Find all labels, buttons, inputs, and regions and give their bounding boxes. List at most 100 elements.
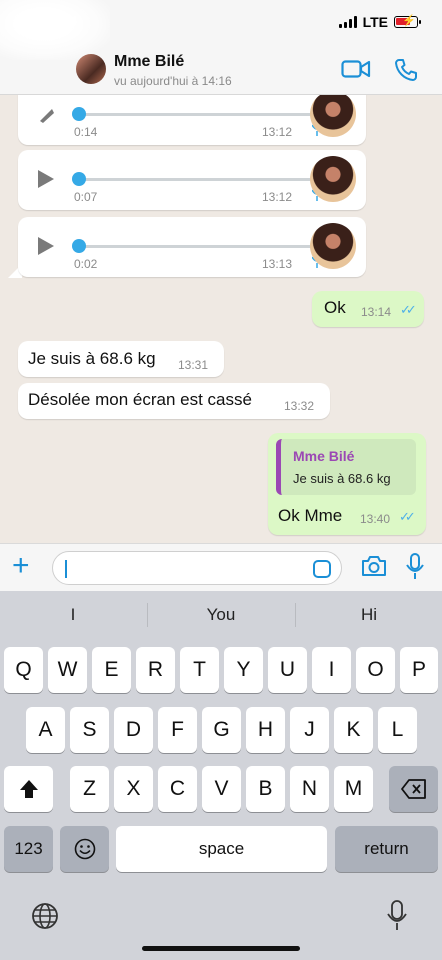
message-time: 13:14 xyxy=(361,305,392,319)
message-time: 13:31 xyxy=(178,358,209,372)
incoming-message[interactable]: Je suis à 68.6 kg 13:31 xyxy=(18,341,224,377)
contact-name[interactable]: Mme Bilé xyxy=(114,53,184,71)
message-time: 13:12 xyxy=(261,190,292,204)
key-k[interactable]: K xyxy=(334,707,373,753)
key-a[interactable]: A xyxy=(26,707,65,753)
message-text: Désolée mon écran est cassé xyxy=(28,390,252,409)
message-input[interactable] xyxy=(52,551,342,585)
key-x[interactable]: X xyxy=(114,766,153,812)
signal-icon xyxy=(338,16,357,28)
key-j[interactable]: J xyxy=(290,707,329,753)
video-camera-icon[interactable] xyxy=(341,58,371,80)
shift-key[interactable] xyxy=(4,766,53,812)
numbers-key[interactable]: 123 xyxy=(4,826,53,872)
key-r[interactable]: R xyxy=(136,647,175,693)
key-t[interactable]: T xyxy=(180,647,219,693)
key-y[interactable]: Y xyxy=(224,647,263,693)
blurred-area xyxy=(0,0,110,60)
incoming-message[interactable]: Désolée mon écran est cassé 13:32 xyxy=(18,383,330,419)
contact-avatar[interactable] xyxy=(76,54,106,84)
key-c[interactable]: C xyxy=(158,766,197,812)
key-v[interactable]: V xyxy=(202,766,241,812)
quoted-message[interactable]: Mme Bilé Je suis à 68.6 kg xyxy=(276,439,416,495)
voice-duration: 0:14 xyxy=(74,125,98,139)
voice-duration: 0:02 xyxy=(74,257,98,271)
message-text: Je suis à 68.6 kg xyxy=(28,349,156,368)
key-g[interactable]: G xyxy=(202,707,241,753)
key-p[interactable]: P xyxy=(400,647,438,693)
key-w[interactable]: W xyxy=(48,647,87,693)
key-b[interactable]: B xyxy=(246,766,285,812)
suggestion-item[interactable]: Hi xyxy=(296,605,442,625)
audio-track[interactable] xyxy=(80,113,312,116)
camera-icon[interactable] xyxy=(361,555,387,577)
sender-avatar xyxy=(310,156,356,202)
key-z[interactable]: Z xyxy=(70,766,109,812)
voice-message[interactable]: 0:14 13:12 xyxy=(18,95,366,145)
chat-header: 14:14 LTE ⚡ Mme Bilé vu aujourd'hui à 14… xyxy=(0,0,442,95)
message-time: 13:13 xyxy=(261,257,292,271)
message-text: Ok xyxy=(324,298,346,317)
sticker-icon[interactable] xyxy=(313,560,331,578)
plus-icon[interactable]: + xyxy=(12,550,30,582)
play-icon[interactable] xyxy=(38,237,54,255)
key-e[interactable]: E xyxy=(92,647,131,693)
suggestion-bar: I You Hi xyxy=(0,591,442,637)
key-m[interactable]: M xyxy=(334,766,373,812)
return-key[interactable]: return xyxy=(335,826,438,872)
shift-arrow-icon xyxy=(19,780,38,798)
play-icon[interactable] xyxy=(38,170,54,188)
phone-icon[interactable] xyxy=(394,58,418,82)
key-o[interactable]: O xyxy=(356,647,395,693)
contact-last-seen: vu aujourd'hui à 14:16 xyxy=(114,74,232,88)
audio-track[interactable] xyxy=(80,245,312,248)
sender-avatar xyxy=(310,223,356,269)
emoji-icon xyxy=(74,838,95,860)
suggestion-item[interactable]: You xyxy=(148,605,294,625)
message-composer: + xyxy=(0,543,442,591)
voice-message[interactable]: 0:02 13:13 xyxy=(18,217,366,277)
key-s[interactable]: S xyxy=(70,707,109,753)
outgoing-reply-message[interactable]: Mme Bilé Je suis à 68.6 kg Ok Mme 13:40 … xyxy=(268,433,426,535)
key-i[interactable]: I xyxy=(312,647,351,693)
key-n[interactable]: N xyxy=(290,766,329,812)
double-check-icon: ✓✓ xyxy=(399,509,416,524)
voice-duration: 0:07 xyxy=(74,190,98,204)
key-d[interactable]: D xyxy=(114,707,153,753)
chat-area[interactable]: 0:14 13:12 0:07 13:12 0:02 13:13 Ok 13:1… xyxy=(0,95,442,543)
keyboard: I You Hi Q W E R T Y U I O P A S D F G H… xyxy=(0,591,442,960)
message-time: 13:12 xyxy=(261,125,292,139)
audio-scrubber[interactable] xyxy=(72,107,86,121)
quoted-sender: Mme Bilé xyxy=(293,448,355,464)
pause-icon[interactable] xyxy=(38,107,56,123)
audio-scrubber[interactable] xyxy=(72,172,86,186)
key-f[interactable]: F xyxy=(158,707,197,753)
message-time: 13:40 xyxy=(360,512,391,526)
voice-message[interactable]: 0:07 13:12 xyxy=(18,150,366,210)
key-l[interactable]: L xyxy=(378,707,417,753)
space-key[interactable]: space xyxy=(116,826,327,872)
status-indicators: LTE ⚡ xyxy=(338,14,421,30)
message-time: 13:32 xyxy=(284,399,315,413)
emoji-key[interactable] xyxy=(60,826,109,872)
battery-icon: ⚡ xyxy=(394,15,421,28)
backspace-key[interactable] xyxy=(389,766,438,812)
double-check-icon: ✓✓ xyxy=(400,302,417,317)
microphone-icon[interactable] xyxy=(405,553,425,581)
key-q[interactable]: Q xyxy=(4,647,43,693)
audio-scrubber[interactable] xyxy=(72,239,86,253)
dictation-microphone-icon[interactable] xyxy=(386,900,408,932)
status-time: 14:14 xyxy=(42,12,78,28)
outgoing-message[interactable]: Ok 13:14 ✓✓ xyxy=(312,291,424,327)
key-h[interactable]: H xyxy=(246,707,285,753)
globe-icon[interactable] xyxy=(31,902,59,930)
key-u[interactable]: U xyxy=(268,647,307,693)
audio-track[interactable] xyxy=(80,178,312,181)
text-cursor xyxy=(65,560,67,578)
backspace-icon xyxy=(400,779,426,799)
network-label: LTE xyxy=(362,14,388,30)
home-indicator[interactable] xyxy=(142,946,300,951)
message-text: Ok Mme xyxy=(278,506,343,525)
suggestion-item[interactable]: I xyxy=(0,605,146,625)
sender-avatar xyxy=(310,95,356,137)
